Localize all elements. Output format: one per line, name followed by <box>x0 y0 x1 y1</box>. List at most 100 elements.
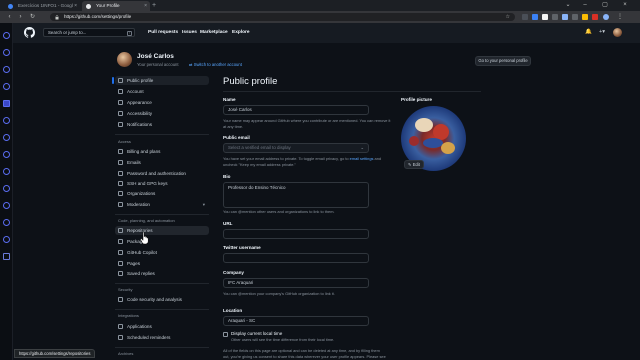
maximize-icon[interactable]: ▢ <box>598 0 612 11</box>
sidebar-item-code-security[interactable]: Code security and analysis <box>115 295 209 304</box>
paintbrush-icon <box>118 100 123 105</box>
email-settings-link[interactable]: email settings <box>350 156 374 161</box>
nav-marketplace[interactable]: Marketplace <box>200 23 228 43</box>
nav-pull-requests[interactable]: Pull requests <box>148 23 178 43</box>
dock-app-icon[interactable] <box>3 185 10 192</box>
bio-textarea[interactable]: Professor do Ensino Técnico <box>223 182 369 208</box>
close-tab-icon[interactable]: × <box>144 1 147 11</box>
browser-menu-icon[interactable]: ⋮ <box>617 14 623 20</box>
go-to-personal-profile-button[interactable]: Go to your personal profile <box>475 56 531 66</box>
edit-avatar-button[interactable]: ✎ Edit <box>404 160 424 169</box>
twitter-field[interactable] <box>223 253 369 263</box>
minimize-icon[interactable]: – <box>578 0 592 11</box>
profile-avatar-icon[interactable] <box>603 14 609 20</box>
local-time-help: Other users will see the time difference… <box>231 337 335 342</box>
dock-app-icon[interactable] <box>3 151 10 158</box>
sidebar-item-billing[interactable]: Billing and plans <box>115 147 209 156</box>
sidebar-item-label: Applications <box>127 324 152 329</box>
close-tab-icon[interactable]: × <box>74 1 77 11</box>
extension-icon[interactable] <box>532 14 538 20</box>
extension-icon[interactable] <box>572 14 578 20</box>
address-bar[interactable]: https://github.com/settings/profile ☆ <box>50 13 515 21</box>
notifications-bell-icon[interactable]: 🔔 <box>585 29 592 35</box>
url-field[interactable] <box>223 229 369 239</box>
dock-app-icon[interactable] <box>3 202 10 209</box>
sidebar-group-security: Security <box>118 287 133 292</box>
extension-icon[interactable] <box>582 14 588 20</box>
reload-icon[interactable]: ↻ <box>28 12 37 22</box>
accessibility-icon <box>118 111 123 116</box>
extension-icon[interactable] <box>522 14 528 20</box>
dock-app-icon[interactable] <box>3 66 10 73</box>
dock-app-icon[interactable] <box>3 219 10 226</box>
extension-icon[interactable] <box>562 14 568 20</box>
github-logo-icon[interactable] <box>24 27 35 38</box>
dock-app-icon[interactable] <box>3 236 10 243</box>
create-new-dropdown[interactable]: +▾ <box>599 29 605 35</box>
dock-app-icon[interactable] <box>3 100 10 107</box>
nav-explore[interactable]: Explore <box>232 23 250 43</box>
sidebar-item-scheduled-reminders[interactable]: Scheduled reminders <box>115 333 209 342</box>
sidebar-item-label: Pages <box>127 261 141 266</box>
sidebar-item-emails[interactable]: Emails <box>115 158 209 167</box>
nav-issues[interactable]: Issues <box>182 23 197 43</box>
sidebar-item-copilot[interactable]: GitHub Copilot <box>115 248 209 257</box>
dock-app-icon[interactable] <box>3 83 10 90</box>
sidebar-item-pages[interactable]: Pages <box>115 259 209 268</box>
sidebar-item-account[interactable]: Account <box>115 87 209 96</box>
name-field[interactable]: José Carlos <box>223 105 369 115</box>
name-help: Your name may appear around GitHub where… <box>223 118 391 129</box>
sidebar-item-notifications[interactable]: Notifications <box>115 120 209 129</box>
sidebar-item-repositories[interactable]: Repositories <box>115 226 209 235</box>
chevron-down-icon: ▾ <box>202 202 205 207</box>
github-favicon-icon <box>86 3 91 9</box>
display-local-time-label: Display current local time <box>231 331 283 336</box>
tab-title: Exercícios 1INFO1 - Googl <box>18 3 73 8</box>
dock-app-icon[interactable] <box>3 117 10 124</box>
bookmark-star-icon[interactable]: ☆ <box>506 13 510 21</box>
location-field[interactable]: Araquari - SC <box>223 316 369 326</box>
sidebar-item-label: Emails <box>127 160 141 165</box>
avatar <box>117 52 132 67</box>
user-menu-avatar[interactable] <box>613 28 622 37</box>
dock-app-icon[interactable] <box>3 32 10 39</box>
new-tab-button[interactable]: + <box>152 1 156 11</box>
tab-search-icon[interactable]: ⌄ <box>561 0 575 11</box>
sidebar-item-label: Appearance <box>127 100 152 105</box>
sidebar-item-applications[interactable]: Applications <box>115 322 209 331</box>
extension-icon[interactable] <box>552 14 558 20</box>
dock-app-icon[interactable] <box>3 168 10 175</box>
public-email-label: Public email <box>223 135 250 140</box>
sidebar-item-label: SSH and GPG keys <box>127 181 168 186</box>
switch-account-link[interactable]: ⇄ Switch to another account <box>189 62 242 67</box>
display-local-time-checkbox[interactable] <box>223 332 228 337</box>
sidebar-item-public-profile[interactable]: Public profile <box>112 76 209 85</box>
browser-tab-your-profile[interactable]: Your Profile × <box>82 1 150 11</box>
clock-icon <box>118 335 123 340</box>
company-label: Company <box>223 270 244 275</box>
extension-icon[interactable] <box>592 14 598 20</box>
dock-app-icon[interactable] <box>3 49 10 56</box>
dock-app-icon[interactable] <box>3 253 10 260</box>
sidebar-item-appearance[interactable]: Appearance <box>115 98 209 107</box>
mail-icon <box>118 160 123 165</box>
sidebar-item-password-authentication[interactable]: Password and authentication <box>115 169 209 178</box>
sidebar-item-saved-replies[interactable]: Saved replies <box>115 269 209 278</box>
company-field[interactable]: IFC Araquari <box>223 278 369 288</box>
reply-icon <box>118 271 123 276</box>
browser-tab-exercicios[interactable]: Exercícios 1INFO1 - Googl × <box>4 1 80 11</box>
extension-icon[interactable] <box>542 14 548 20</box>
dock-app-icon[interactable] <box>3 134 10 141</box>
sidebar-item-moderation[interactable]: Moderation ▾ <box>115 200 209 209</box>
sidebar-item-organizations[interactable]: Organizations <box>115 189 209 198</box>
public-email-select[interactable]: Select a verified email to display ⌄ <box>223 143 369 153</box>
google-favicon-icon <box>8 3 13 9</box>
email-help: You have set your email address to priva… <box>223 156 393 167</box>
window-close-icon[interactable]: × <box>618 0 632 11</box>
sidebar-item-packages[interactable]: Packages <box>115 237 209 246</box>
sidebar-item-ssh-gpg-keys[interactable]: SSH and GPG keys <box>115 179 209 188</box>
forward-icon[interactable]: › <box>16 12 25 22</box>
sidebar-item-accessibility[interactable]: Accessibility <box>115 109 209 118</box>
github-search-input[interactable]: Search or jump to... / <box>43 28 135 37</box>
back-icon[interactable]: ‹ <box>5 12 14 22</box>
